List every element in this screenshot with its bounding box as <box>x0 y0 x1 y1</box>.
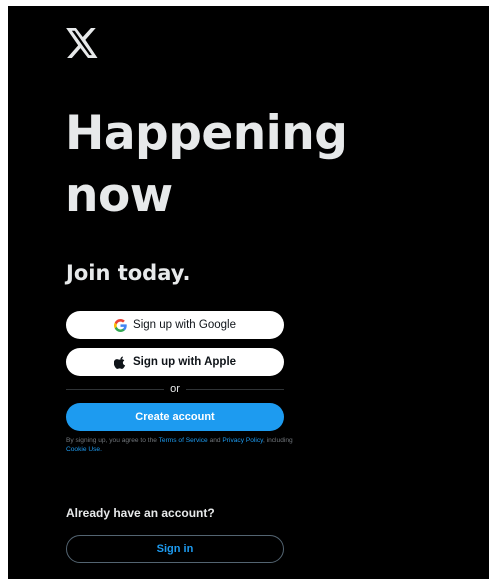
divider-line-left <box>66 388 165 390</box>
hero-line-1: Happening <box>65 106 348 161</box>
privacy-policy-link[interactable]: Privacy Policy <box>222 437 263 444</box>
hero-heading: Happening now <box>65 103 348 227</box>
terms-text-2: and <box>207 437 223 444</box>
or-divider: or <box>66 382 284 396</box>
sign-in-button[interactable]: Sign in <box>66 535 284 563</box>
sign-up-google-label: Sign up with Google <box>133 319 236 331</box>
terms-text-1: By signing up, you agree to the <box>66 437 159 444</box>
terms-of-service-link[interactable]: Terms of Service <box>159 437 208 444</box>
terms-text-3: , including <box>262 437 293 444</box>
terms-notice: By signing up, you agree to the Terms of… <box>66 437 298 454</box>
app-window: Happening now Join today. Sign up with G… <box>8 6 489 579</box>
x-logo-icon <box>66 28 98 58</box>
apple-icon <box>113 356 127 369</box>
divider-or-text: or <box>170 383 180 395</box>
create-account-button[interactable]: Create account <box>66 403 284 431</box>
sign-up-apple-label: Sign up with Apple <box>132 356 237 368</box>
hero-line-2: now <box>65 168 173 223</box>
sign-up-google-button[interactable]: Sign up with Google <box>66 311 284 339</box>
join-heading: Join today. <box>66 261 191 285</box>
google-g-icon <box>114 318 127 332</box>
cookie-use-link[interactable]: Cookie Use. <box>66 446 102 453</box>
already-have-account-text: Already have an account? <box>66 506 215 520</box>
sign-up-apple-button[interactable]: Sign up with Apple <box>66 348 284 376</box>
divider-line-right <box>185 388 284 390</box>
